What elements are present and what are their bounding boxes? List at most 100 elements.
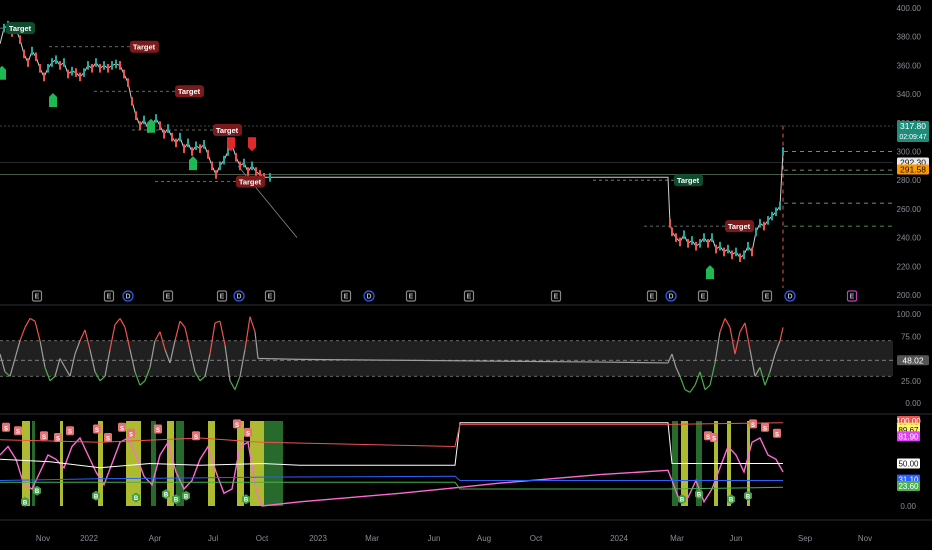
oscillator-panel[interactable] xyxy=(0,316,893,393)
oscillator-line-segment xyxy=(49,375,56,382)
sell-marker-glyph: S xyxy=(712,437,716,443)
event-label: E xyxy=(166,294,171,301)
event-label: E xyxy=(35,294,40,301)
oscillator-line-segment xyxy=(779,327,784,341)
lower-axis-badge-value: 50.00 xyxy=(898,460,919,469)
signal-zone xyxy=(237,421,244,506)
oscillator-line-segment xyxy=(24,318,31,328)
oscillator-line-segment xyxy=(724,318,731,328)
event-label: E xyxy=(268,294,273,301)
time-axis-tick: Jun xyxy=(730,534,743,543)
time-axis-tick: 2024 xyxy=(610,534,628,543)
price-chart[interactable]: Target Target Target Target Target Target Targ… xyxy=(0,0,932,550)
sell-marker-glyph: S xyxy=(106,437,110,443)
oscillator-line-segment xyxy=(179,320,186,328)
price-axis-badge-value: 317.80 xyxy=(900,121,926,131)
time-axis-tick: Nov xyxy=(858,534,872,543)
oscillator-line-segment xyxy=(154,331,161,341)
time-axis-tick: Oct xyxy=(256,534,269,543)
oscillator-line-segment xyxy=(739,322,746,333)
lower-axis-badge-value: 81.90 xyxy=(898,432,919,441)
oscillator-line-segment xyxy=(29,317,36,322)
lower-indicator-line xyxy=(0,436,784,507)
sell-marker-glyph: S xyxy=(156,428,160,434)
lower-indicator-line xyxy=(0,475,783,481)
time-axis-tick: Sep xyxy=(798,534,813,543)
price-axis-tick: 200.00 xyxy=(897,291,922,300)
price-axis-tick: 380.00 xyxy=(897,33,922,42)
price-series-line xyxy=(0,24,784,259)
oscillator-line-segment xyxy=(214,320,221,324)
time-axis-tick: Mar xyxy=(670,534,684,543)
oscillator-line-segment xyxy=(684,389,691,393)
target-tag-label: Target xyxy=(9,24,32,33)
time-axis-tick: 2022 xyxy=(80,534,98,543)
countdown-timer: 02:09:47 xyxy=(899,134,926,141)
buy-signal-icon xyxy=(706,265,714,280)
oscillator-line-segment xyxy=(114,318,121,326)
oscillator-line-segment xyxy=(689,384,696,393)
oscillator-line-segment xyxy=(679,376,686,390)
price-axis-badge-value: 291.58 xyxy=(900,164,926,174)
lower-axis-badge-value: 23.60 xyxy=(898,482,919,491)
sell-marker-glyph: S xyxy=(4,426,8,432)
sell-marker-glyph: S xyxy=(95,428,99,434)
time-axis-tick: 2023 xyxy=(309,534,327,543)
event-label: E xyxy=(409,294,414,301)
buy-marker-glyph: B xyxy=(174,498,179,504)
oscillator-line-segment xyxy=(119,318,126,328)
sell-marker-glyph: S xyxy=(751,423,755,429)
event-label: E xyxy=(765,294,770,301)
event-label: E xyxy=(467,294,472,301)
sell-marker-glyph: S xyxy=(706,435,710,441)
event-label: D xyxy=(668,294,673,301)
buy-signal-icon xyxy=(189,156,197,171)
time-axis-tick: Apr xyxy=(149,534,162,543)
oscillator-value-label: 48.02 xyxy=(902,355,924,365)
buy-marker-glyph: B xyxy=(164,493,169,499)
sell-signal-icon xyxy=(248,137,256,152)
sell-marker-glyph: S xyxy=(56,437,60,443)
oscillator-axis-tick: 0.00 xyxy=(905,399,921,408)
price-panel[interactable]: Target Target Target Target Target Target Targ… xyxy=(0,20,893,302)
price-axis-tick: 400.00 xyxy=(897,4,922,13)
oscillator-axis-tick: 25.00 xyxy=(901,377,922,386)
sell-marker-glyph: S xyxy=(68,430,72,436)
buy-marker-glyph: B xyxy=(680,498,685,504)
event-label: E xyxy=(701,294,706,301)
time-axis-tick: Mar xyxy=(365,534,379,543)
time-axis-tick: Oct xyxy=(530,534,543,543)
oscillator-line-segment xyxy=(99,375,106,382)
lower-indicator-panel[interactable]: SSS SS SSSSSSSSS SSSSBBB BBBBB BBBB xyxy=(0,419,784,507)
sell-marker-glyph: S xyxy=(235,423,239,429)
target-tag-label: Target xyxy=(677,176,700,185)
sell-marker-glyph: S xyxy=(120,426,124,432)
oscillator-line-segment xyxy=(719,318,726,333)
buy-signal-icon xyxy=(49,92,57,107)
sell-marker-glyph: S xyxy=(16,430,20,436)
buy-marker-glyph: B xyxy=(134,496,139,502)
oscillator-band xyxy=(0,340,893,377)
oscillator-line-segment xyxy=(19,327,26,341)
oscillator-axis-tick: 75.00 xyxy=(901,332,922,341)
price-axis-tick: 300.00 xyxy=(897,148,922,157)
price-axis-tick: 360.00 xyxy=(897,61,922,70)
oscillator-line-segment xyxy=(234,376,241,390)
target-tag-label: Target xyxy=(239,178,262,187)
event-label: E xyxy=(220,294,225,301)
buy-marker-glyph: B xyxy=(23,500,28,506)
oscillator-line-segment xyxy=(704,384,711,391)
target-tag-label: Target xyxy=(216,126,239,135)
event-label: D xyxy=(125,294,130,301)
time-axis-tick: Aug xyxy=(477,534,491,543)
buy-signal-icon xyxy=(147,118,155,133)
price-axis-tick: 340.00 xyxy=(897,90,922,99)
buy-marker-glyph: B xyxy=(184,494,189,500)
sell-marker-glyph: S xyxy=(775,432,779,438)
buy-marker-glyph: B xyxy=(697,493,702,499)
event-label: E xyxy=(850,294,855,301)
price-axis-tick: 240.00 xyxy=(897,234,922,243)
event-label: D xyxy=(236,294,241,301)
sell-marker-glyph: S xyxy=(42,435,46,441)
oscillator-line-segment xyxy=(229,380,236,390)
